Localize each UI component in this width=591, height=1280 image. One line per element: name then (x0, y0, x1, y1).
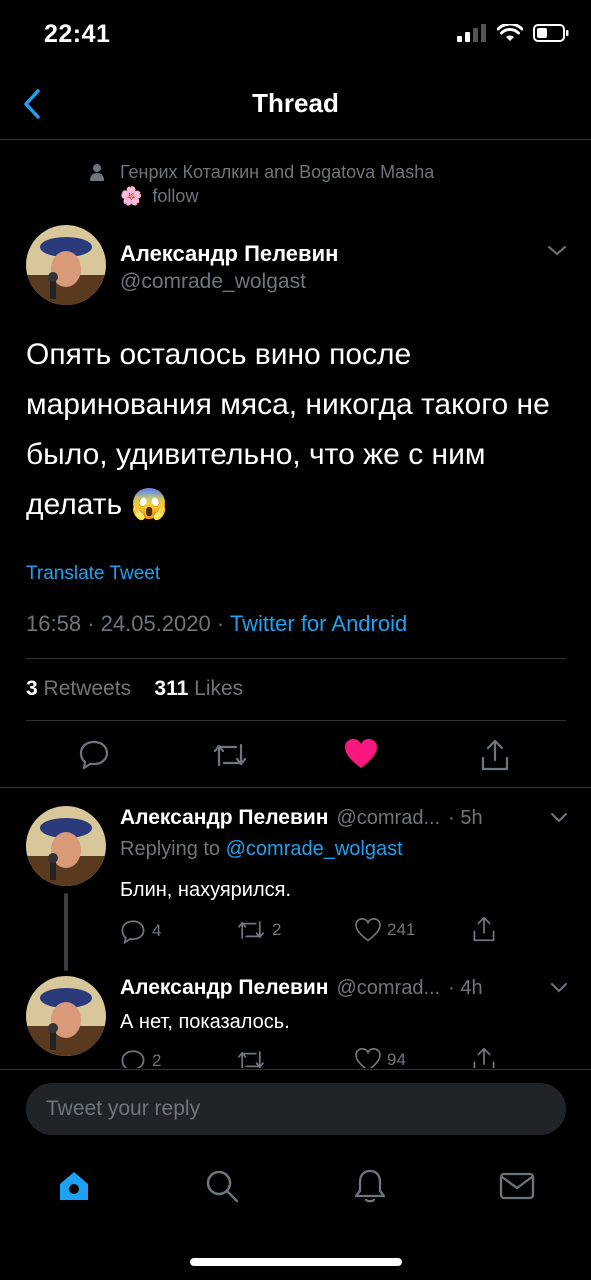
reply-share-button[interactable] (472, 915, 496, 943)
reply-reply-button[interactable]: 4 (120, 918, 161, 944)
reply-time: · 4h (448, 977, 483, 999)
share-icon (481, 739, 509, 771)
divider (26, 720, 566, 721)
reply-icon (121, 1050, 145, 1068)
retweet-icon (213, 743, 247, 767)
search-icon (206, 1170, 239, 1203)
header-divider (0, 139, 591, 140)
retweet-count: 2 (272, 920, 282, 939)
share-icon (473, 916, 495, 942)
tweet-source-link[interactable]: Twitter for Android (230, 611, 407, 636)
reply-retweet-button[interactable]: 2 (236, 918, 281, 942)
retweet-icon (238, 921, 264, 939)
tweet-date: 24.05.2020 (100, 611, 211, 636)
likes-count: 311 (154, 677, 189, 700)
divider (26, 658, 566, 659)
wifi-icon (497, 24, 523, 41)
nav-notifications[interactable] (352, 1167, 388, 1205)
reply-share-button[interactable] (472, 1046, 496, 1068)
chevron-down-icon (551, 983, 567, 993)
reply-author-name[interactable]: Александр Пелевин (120, 806, 328, 830)
reply-time: · 5h (448, 807, 483, 829)
tweet-text: Опять осталось вино после маринования мя… (26, 330, 566, 530)
reply-count: 2 (152, 1051, 162, 1068)
share-icon (473, 1047, 495, 1068)
page-title: Thread (252, 88, 339, 118)
likes-label: Likes (194, 677, 244, 700)
reply-retweet-button[interactable] (236, 1048, 272, 1068)
home-indicator (190, 1258, 402, 1266)
like-count: 94 (387, 1050, 406, 1068)
avatar[interactable] (26, 806, 106, 886)
likes-stat[interactable]: 311 Likes (154, 677, 243, 700)
tweet-emoji: 😱 (130, 488, 168, 521)
retweet-button[interactable] (212, 740, 248, 770)
chevron-down-icon (551, 813, 567, 823)
social-context: Генрих Коталкин and Bogatova Masha 🌸 fol… (90, 160, 434, 208)
reply-author-name[interactable]: Александр Пелевин (120, 976, 328, 1000)
heart-outline-icon (355, 1048, 381, 1068)
tweet-menu-button[interactable] (546, 244, 568, 258)
nav-messages[interactable] (498, 1170, 536, 1202)
retweets-label: Retweets (43, 677, 132, 700)
like-count: 241 (387, 920, 416, 939)
translate-tweet-link[interactable]: Translate Tweet (26, 563, 160, 585)
like-button[interactable] (344, 738, 378, 770)
heart-filled-icon (345, 739, 377, 768)
cellular-signal-icon (457, 24, 486, 42)
reply-text: А нет, показалось. (120, 1011, 290, 1033)
meta-separator: · (87, 611, 95, 636)
avatar[interactable] (26, 225, 106, 305)
reply-actions-clipped: 2 94 (0, 1040, 591, 1068)
retweets-count: 3 (26, 677, 38, 700)
reply-header: Александр Пелевин @comrad... · 4h (120, 976, 566, 1000)
heart-outline-icon (355, 918, 381, 942)
status-icons (457, 24, 569, 42)
author-handle[interactable]: @comrade_wolgast (120, 270, 306, 294)
author-name[interactable]: Александр Пелевин (120, 241, 338, 267)
reply-author-handle[interactable]: @comrad... (336, 977, 440, 1000)
tweet-meta: 16:58 · 24.05.2020 · Twitter for Android (26, 611, 407, 637)
meta-separator: · (216, 611, 225, 636)
replying-prefix: Replying to (120, 838, 221, 860)
bell-icon (354, 1169, 386, 1203)
share-button[interactable] (480, 738, 510, 772)
replying-to: Replying to @comrade_wolgast (120, 838, 403, 861)
nav-search[interactable] (204, 1168, 240, 1204)
reply-icon (79, 740, 109, 770)
reply-input[interactable]: Tweet your reply (26, 1083, 566, 1135)
reply-count: 4 (152, 921, 162, 940)
context-follow: follow (152, 186, 199, 206)
retweet-icon (238, 1051, 264, 1068)
reply-menu-button[interactable] (550, 982, 568, 994)
avatar-image (26, 806, 106, 886)
reply-icon (121, 920, 145, 944)
avatar-image (26, 225, 106, 305)
divider (0, 1069, 591, 1070)
reply-menu-button[interactable] (550, 812, 568, 824)
nav-home[interactable] (56, 1168, 92, 1204)
reply-text: Блин, нахуярился. (120, 879, 292, 901)
battery-icon (533, 24, 569, 42)
reply-author-handle[interactable]: @comrad... (336, 807, 440, 830)
person-icon (90, 164, 104, 181)
home-icon (60, 1172, 88, 1200)
retweets-stat[interactable]: 3 Retweets (26, 677, 131, 700)
replying-handle-link[interactable]: @comrade_wolgast (226, 838, 403, 860)
status-time: 22:41 (44, 20, 111, 48)
flower-icon: 🌸 (120, 186, 143, 206)
context-users: Генрих Коталкин and Bogatova Masha (120, 162, 435, 182)
reply-like-button[interactable]: 241 (355, 918, 415, 942)
reply-button[interactable] (78, 738, 110, 770)
reply-reply-button[interactable]: 2 (120, 1048, 161, 1068)
thread-line (64, 893, 68, 971)
reply-header: Александр Пелевин @comrad... · 5h (120, 806, 566, 830)
tweet-stats: 3 Retweets 311 Likes (26, 677, 243, 701)
reply-like-button[interactable]: 94 (355, 1048, 406, 1068)
mail-icon (499, 1172, 535, 1200)
divider (0, 787, 591, 788)
tweet-body: Опять осталось вино после маринования мя… (26, 338, 550, 521)
tweet-time: 16:58 (26, 611, 82, 636)
chevron-down-icon (548, 246, 566, 256)
